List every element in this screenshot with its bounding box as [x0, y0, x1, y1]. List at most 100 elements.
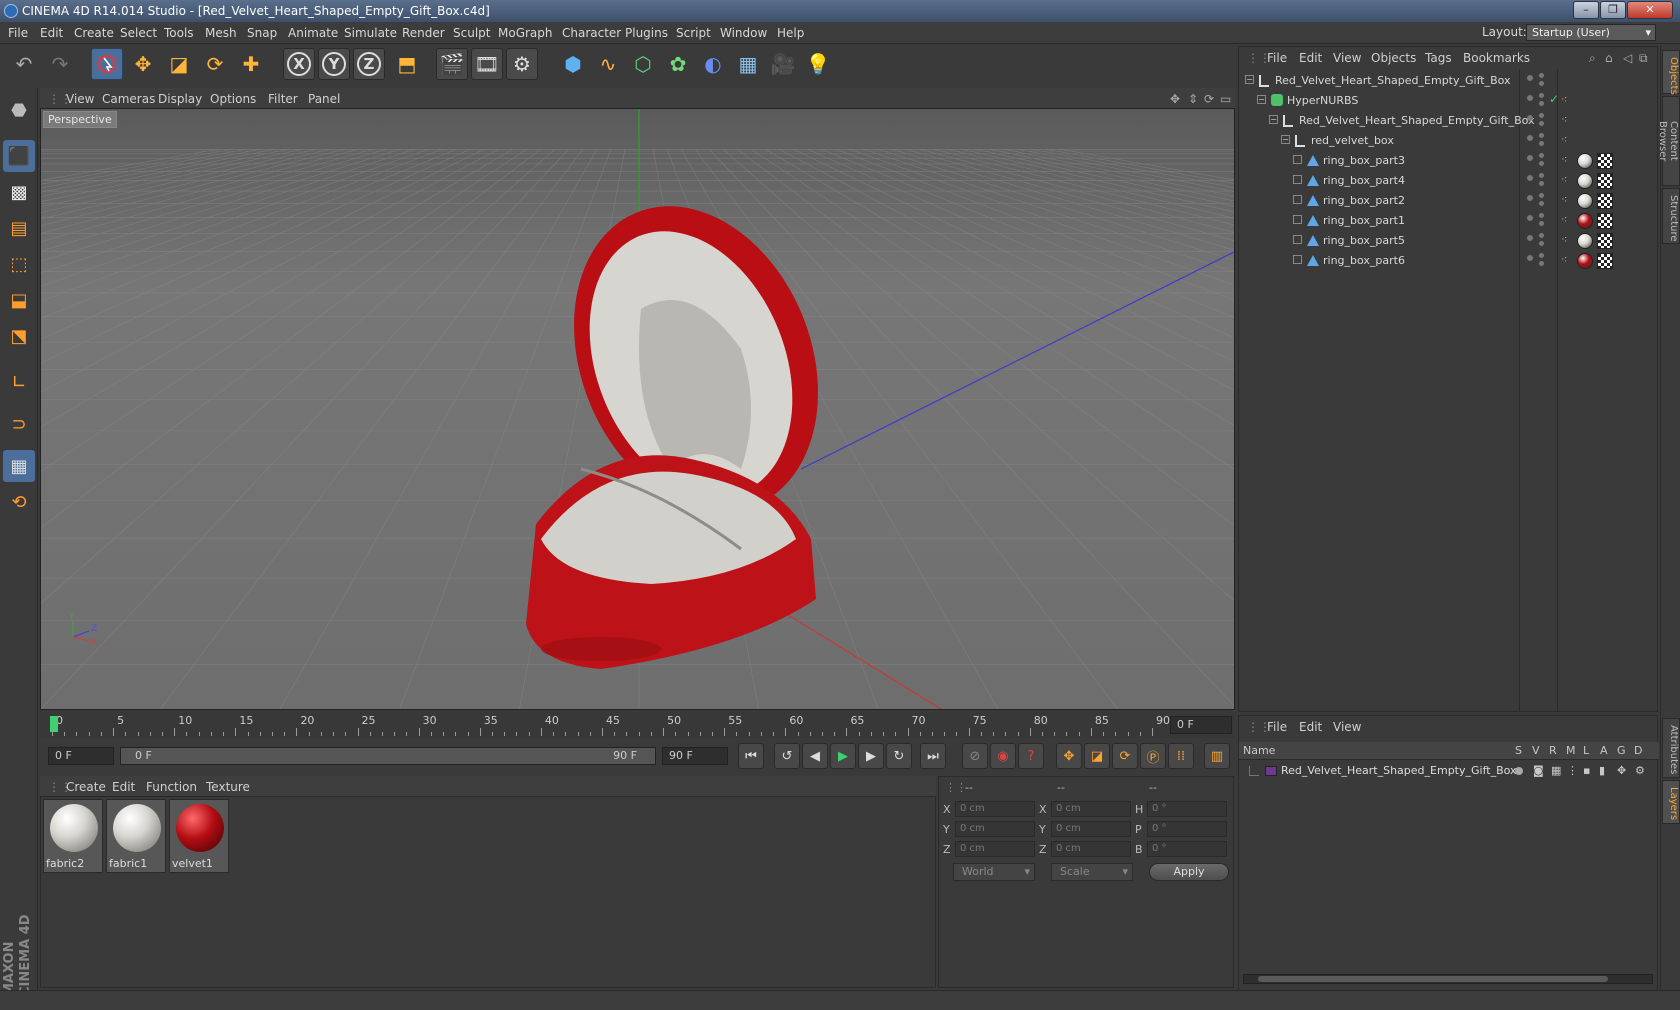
size-x-field[interactable]: 0 cm — [1051, 801, 1131, 817]
uvw-tag-icon[interactable] — [1597, 153, 1613, 169]
phong-tag-icon[interactable]: ⁖ — [1561, 153, 1567, 166]
menu-mograph[interactable]: MoGraph — [498, 26, 553, 40]
layer-col-flag[interactable]: S — [1515, 744, 1522, 757]
home-icon[interactable]: ⌂ — [1605, 51, 1613, 65]
obj-menu-file[interactable]: File — [1267, 51, 1287, 65]
render-visibility-dot[interactable] — [1539, 133, 1544, 138]
layer-col-flag[interactable]: R — [1549, 744, 1557, 757]
frame-range-slider[interactable]: 0 F 90 F — [120, 747, 656, 765]
layer-col-flag[interactable]: A — [1600, 744, 1608, 757]
make-editable-icon[interactable]: ⬣ — [3, 94, 35, 126]
rot-p-field[interactable]: 0 ° — [1147, 821, 1227, 837]
z-axis-lock-icon[interactable]: Z — [353, 48, 385, 80]
render-visibility-dot[interactable] — [1539, 81, 1544, 86]
menu-render[interactable]: Render — [402, 26, 445, 40]
menu-mesh[interactable]: Mesh — [205, 26, 237, 40]
live-selection-icon[interactable] — [91, 48, 123, 80]
menu-sculpt[interactable]: Sculpt — [453, 26, 490, 40]
points-mode-icon[interactable]: ⬚ — [3, 248, 35, 280]
apply-button[interactable]: Apply — [1149, 863, 1229, 881]
rot-h-field[interactable]: 0 ° — [1147, 801, 1227, 817]
next-frame-icon[interactable]: ▶ — [858, 743, 884, 769]
key-position-icon[interactable]: ✥ — [1056, 743, 1082, 769]
layout-select[interactable]: Startup (User) ▾ — [1526, 24, 1656, 41]
search-icon[interactable]: ⌕ — [1589, 51, 1596, 66]
tree-expand-icon[interactable] — [1293, 235, 1302, 244]
material-tag-icon[interactable] — [1577, 193, 1593, 209]
generators-icon[interactable]: ✥ — [1617, 764, 1626, 777]
texture-mode-icon[interactable]: ▩ — [3, 176, 35, 208]
layer-menu-view[interactable]: View — [1333, 720, 1361, 734]
rot-b-field[interactable]: 0 ° — [1147, 841, 1227, 857]
editor-visibility-dot[interactable] — [1527, 135, 1533, 141]
close-button[interactable]: ✕ — [1627, 1, 1673, 19]
material-tag-icon[interactable] — [1577, 253, 1593, 269]
menu-character[interactable]: Character — [562, 26, 621, 40]
back-icon[interactable]: ◁ — [1623, 51, 1632, 65]
tab-content-browser[interactable]: Content Browser — [1657, 96, 1680, 186]
key-scale-icon[interactable]: ◪ — [1084, 743, 1110, 769]
menu-help[interactable]: Help — [777, 26, 804, 40]
phong-tag-icon[interactable]: ⁖ — [1561, 113, 1567, 126]
redo-icon[interactable]: ↷ — [44, 48, 76, 80]
key-rotation-icon[interactable]: ⟳ — [1112, 743, 1138, 769]
record-active-icon[interactable]: ⊘ — [962, 743, 988, 769]
menu-select[interactable]: Select — [120, 26, 157, 40]
editor-visibility-dot[interactable] — [1527, 95, 1533, 101]
tree-expand-icon[interactable] — [1293, 255, 1302, 264]
object-row[interactable]: ring_box_part5 ⁖ — [1239, 231, 1659, 251]
menu-create[interactable]: Create — [74, 26, 114, 40]
object-row[interactable]: − red_velvet_box ⁖ — [1239, 131, 1659, 151]
vp-menu-panel[interactable]: Panel — [308, 92, 340, 106]
render-visibility-dot[interactable] — [1539, 201, 1544, 206]
planar-workplane-icon[interactable]: ⟲ — [3, 486, 35, 518]
tree-expand-icon[interactable]: − — [1281, 135, 1290, 144]
toggle-view-icon[interactable]: ▭ — [1220, 92, 1231, 106]
scale-icon[interactable]: ◪ — [163, 48, 195, 80]
timeline-ruler[interactable]: 0 5 10 15 20 25 30 35 40 45 50 55 60 65 70 75 80 85 90 0 F — [40, 712, 1235, 738]
model-mode-icon[interactable]: ⬛ — [3, 140, 35, 172]
previous-key-icon[interactable]: ↺ — [774, 743, 800, 769]
subdivision-surface-icon[interactable]: ⬡ — [627, 48, 659, 80]
next-key-icon[interactable]: ↻ — [886, 743, 912, 769]
menu-animate[interactable]: Animate — [288, 26, 338, 40]
play-icon[interactable]: ▶ — [830, 743, 856, 769]
pan-view-icon[interactable]: ✥ — [1170, 92, 1180, 106]
pos-x-field[interactable]: 0 cm — [955, 801, 1035, 817]
vp-menu-display[interactable]: Display — [158, 92, 202, 106]
material-swatch[interactable]: fabric2 — [43, 799, 103, 873]
snap-magnet-icon[interactable]: ⊃ — [3, 408, 35, 440]
editor-visibility-dot[interactable] — [1527, 235, 1533, 241]
tab-objects[interactable]: Objects — [1662, 50, 1680, 95]
vp-menu-options[interactable]: Options — [210, 92, 256, 106]
editor-visibility-dot[interactable] — [1527, 175, 1533, 181]
horizontal-scrollbar[interactable] — [1243, 974, 1653, 984]
perspective-viewport[interactable]: Y Z X Perspective — [40, 108, 1235, 710]
render-visibility-dot[interactable] — [1539, 173, 1544, 178]
layer-row[interactable]: Red_Velvet_Heart_Shaped_Empty_Gift_Box ◙… — [1239, 762, 1659, 780]
editor-visibility-dot[interactable] — [1527, 115, 1533, 121]
solo-icon[interactable] — [1515, 767, 1523, 775]
keyframe-selection-icon[interactable]: ? — [1018, 743, 1044, 769]
maximize-button[interactable]: ❐ — [1600, 1, 1626, 19]
obj-menu-tags[interactable]: Tags — [1425, 51, 1452, 65]
phong-tag-icon[interactable]: ⁖ — [1561, 233, 1567, 246]
menu-file[interactable]: File — [8, 26, 28, 40]
obj-menu-edit[interactable]: Edit — [1299, 51, 1322, 65]
editor-visibility-dot[interactable] — [1527, 75, 1533, 81]
deformers-icon[interactable]: ⚙ — [1635, 764, 1645, 777]
render-visibility-dot[interactable] — [1539, 261, 1544, 266]
rotate-view-icon[interactable]: ⟳ — [1204, 92, 1214, 106]
object-row[interactable]: ring_box_part6 ⁖ — [1239, 251, 1659, 271]
axis-mode-icon[interactable]: ∟ — [3, 366, 35, 398]
layer-col-flag[interactable]: L — [1583, 744, 1589, 757]
object-row[interactable]: − HyperNURBS ⁖ ✓ — [1239, 91, 1659, 111]
object-row[interactable]: − Red_Velvet_Heart_Shaped_Empty_Gift_Box — [1239, 71, 1659, 91]
render-visibility-dot[interactable] — [1539, 161, 1544, 166]
enabled-check-icon[interactable]: ✓ — [1549, 92, 1559, 106]
visible-eye-icon[interactable]: ◙ — [1533, 764, 1544, 777]
layer-menu-file[interactable]: File — [1267, 720, 1287, 734]
editor-visibility-dot[interactable] — [1527, 155, 1533, 161]
tree-expand-icon[interactable] — [1293, 215, 1302, 224]
obj-menu-objects[interactable]: Objects — [1371, 51, 1416, 65]
